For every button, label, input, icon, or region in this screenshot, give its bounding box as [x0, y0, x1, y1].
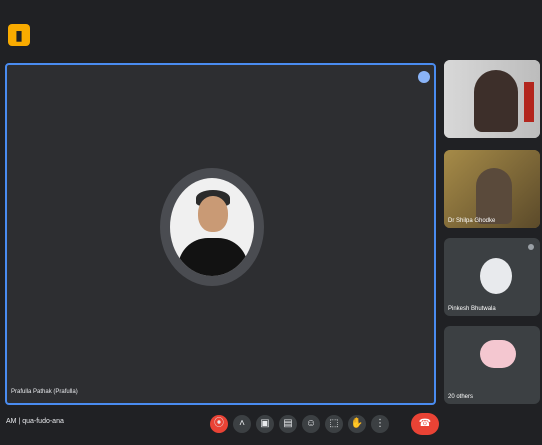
participant-tile-3[interactable]: Pinkesh Bhutwala [444, 238, 540, 316]
right-panel [520, 409, 542, 439]
camera-icon[interactable]: ▣ [256, 415, 274, 433]
others-avatar-group [480, 340, 516, 368]
face-shape [198, 196, 228, 232]
participant-label: Pinkesh Bhutwala [448, 306, 496, 312]
participant-tile-2[interactable]: Dr Shilpa Ghodke [444, 150, 540, 228]
meeting-code-label: qua-fudo-ana [22, 418, 64, 425]
participant-label: Dr Shilpa Ghodke [448, 218, 496, 224]
participant-avatar [480, 258, 512, 294]
raise-hand-icon[interactable]: ✋ [348, 415, 366, 433]
hangup-icon[interactable]: ☎ [411, 413, 439, 435]
meeting-info: AM | qua-fudo-ana [6, 418, 64, 425]
presenter-photo [170, 178, 254, 276]
emoji-icon[interactable]: ☺ [302, 415, 320, 433]
participant-tile-others[interactable]: 20 others [444, 326, 540, 404]
presenter-avatar [160, 168, 264, 286]
participant-person [474, 70, 518, 132]
captions-icon[interactable]: ▤ [279, 415, 297, 433]
top-bar: ▮ [0, 0, 542, 60]
meet-logo-icon: ▮ [8, 24, 30, 46]
present-icon[interactable]: ⬚ [325, 415, 343, 433]
body-shape [178, 238, 248, 276]
main-stage[interactable]: Prafulla Pathak (Prafulla) [5, 63, 436, 405]
presenter-name-label: Prafulla Pathak (Prafulla) [11, 389, 78, 395]
bottom-control-bar: AM | qua-fudo-ana ⦿ ˄ ▣ ▤ ☺ ⬚ ✋ ⋮ ☎ [0, 405, 542, 445]
mic-indicator-icon [528, 244, 534, 250]
participant-tile-1[interactable] [444, 60, 540, 138]
more-icon[interactable]: ⋮ [371, 415, 389, 433]
pin-icon[interactable] [418, 71, 430, 83]
others-count-label: 20 others [448, 394, 474, 400]
decor-red-stripe [524, 82, 534, 122]
participant-person [476, 168, 512, 224]
chevron-up-icon[interactable]: ˄ [233, 415, 251, 433]
mic-off-icon[interactable]: ⦿ [210, 415, 228, 433]
time-label: AM [6, 418, 17, 425]
